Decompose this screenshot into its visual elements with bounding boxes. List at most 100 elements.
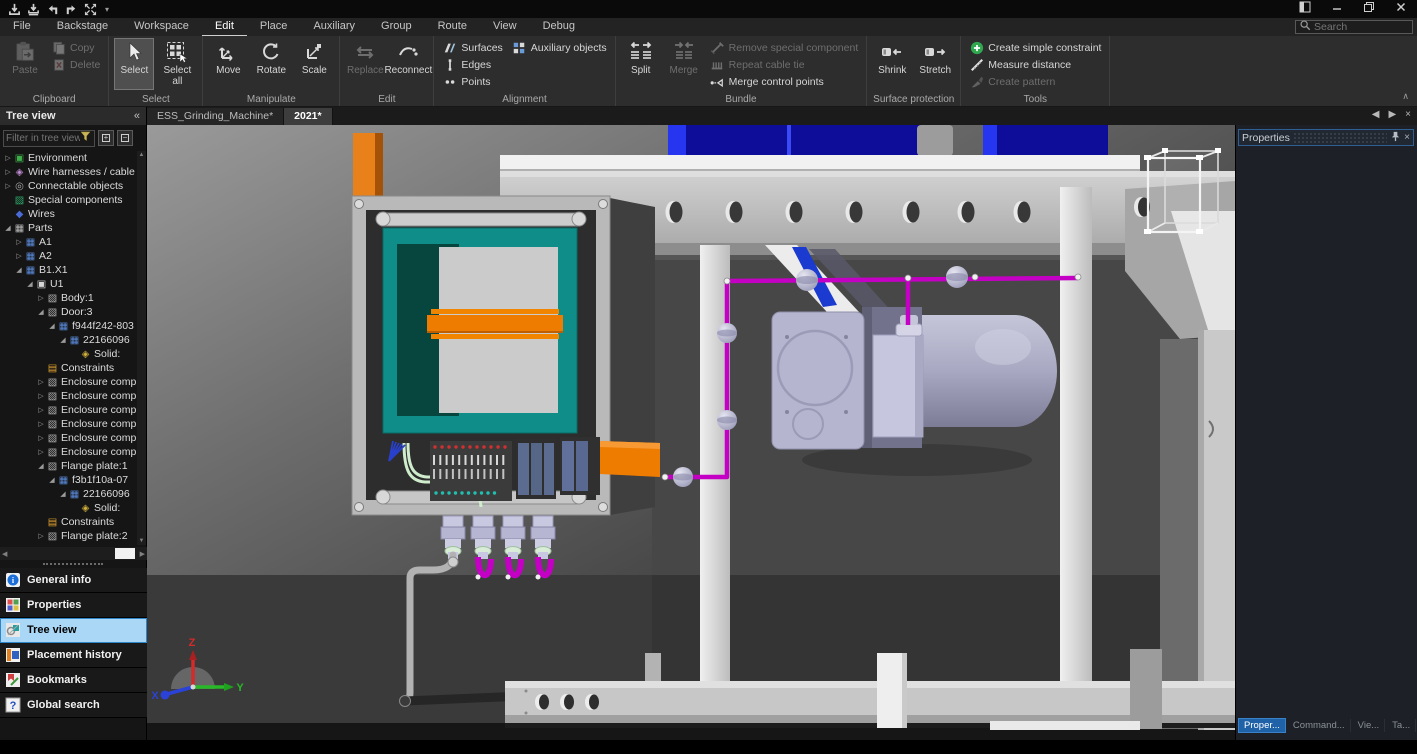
tree-item-flange-plate-2[interactable]: ▷▧Flange plate:2: [0, 529, 138, 543]
tree-expander-icon[interactable]: ◢: [47, 476, 57, 484]
tree-expander-icon[interactable]: ▷: [14, 238, 24, 246]
tree-item-b1-x1[interactable]: ◢▦B1.X1: [0, 263, 138, 277]
fit-view-icon[interactable]: [84, 3, 97, 16]
search-input[interactable]: [1314, 21, 1404, 33]
document-tab-ess-grinding-machine[interactable]: ESS_Grinding_Machine*: [147, 108, 284, 125]
copy-button[interactable]: Copy: [48, 40, 103, 56]
tree-expander-icon[interactable]: ▷: [36, 294, 46, 302]
merge-button[interactable]: Merge: [664, 38, 704, 90]
tree-item-u1[interactable]: ◢▣U1: [0, 277, 138, 291]
scale-button[interactable]: Scale: [294, 38, 334, 90]
tree-expander-icon[interactable]: ◢: [58, 490, 68, 498]
tree-expander-icon[interactable]: ◢: [3, 224, 13, 232]
delete-button[interactable]: Delete: [48, 57, 103, 73]
tree-item-constraints[interactable]: ▤Constraints: [0, 361, 138, 375]
tree-expander-icon[interactable]: ▷: [36, 434, 46, 442]
maximize-button[interactable]: [1353, 0, 1385, 18]
create-pattern-button[interactable]: Create pattern: [966, 74, 1104, 90]
tree-item-parts[interactable]: ◢▦Parts: [0, 221, 138, 235]
tree-item-a1[interactable]: ▷▦A1: [0, 235, 138, 249]
tree-item-enclosure-comp[interactable]: ▷▧Enclosure comp: [0, 417, 138, 431]
tree-item-22166096[interactable]: ◢▦22166096: [0, 487, 138, 501]
menu-tab-auxiliary[interactable]: Auxiliary: [300, 18, 368, 36]
points-button[interactable]: Points: [439, 74, 505, 90]
prev-tab-icon[interactable]: ◀: [1372, 109, 1380, 120]
next-tab-icon[interactable]: ▶: [1388, 109, 1396, 120]
menu-tab-backstage[interactable]: Backstage: [44, 18, 121, 36]
tree-expander-icon[interactable]: ◢: [14, 266, 24, 274]
select-all-button[interactable]: Select all: [157, 38, 197, 90]
tree-expander-icon[interactable]: ◢: [36, 462, 46, 470]
tree-item-door-3[interactable]: ◢▧Door:3: [0, 305, 138, 319]
tree-expander-icon[interactable]: ◢: [47, 322, 57, 330]
create-simple-constraint-button[interactable]: Create simple constraint: [966, 40, 1104, 56]
tree-item-body-1[interactable]: ▷▧Body:1: [0, 291, 138, 305]
rotate-button[interactable]: Rotate: [251, 38, 291, 90]
tree-item-solid[interactable]: ◈Solid:: [0, 501, 138, 515]
tree-item-f3b1f10a-07[interactable]: ◢▦f3b1f10a-07: [0, 473, 138, 487]
repeat-cable-tie-button[interactable]: Repeat cable tie: [707, 57, 862, 73]
tree-expander-icon[interactable]: ▷: [3, 168, 13, 176]
undo-icon[interactable]: [46, 3, 59, 16]
tree-item-environment[interactable]: ▷▣Environment: [0, 151, 138, 165]
properties-panel-header[interactable]: Properties ×: [1238, 129, 1414, 146]
dock-tab-vie[interactable]: Vie...: [1353, 719, 1385, 732]
tree-expander-icon[interactable]: ▷: [36, 532, 46, 540]
menu-tab-view[interactable]: View: [480, 18, 530, 36]
menu-tab-group[interactable]: Group: [368, 18, 425, 36]
scrollbar-thumb[interactable]: [115, 548, 135, 559]
edges-button[interactable]: Edges: [439, 57, 505, 73]
menu-tab-edit[interactable]: Edit: [202, 18, 247, 36]
tree-expander-icon[interactable]: ▷: [3, 154, 13, 162]
redo-icon[interactable]: [65, 3, 78, 16]
tree-item-enclosure-comp[interactable]: ▷▧Enclosure comp: [0, 445, 138, 459]
panel-button-bookmarks[interactable]: Bookmarks: [0, 668, 147, 693]
menu-tab-route[interactable]: Route: [425, 18, 480, 36]
tree-item-enclosure-comp[interactable]: ▷▧Enclosure comp: [0, 431, 138, 445]
tree-filter-field[interactable]: [3, 130, 95, 147]
stretch-button[interactable]: Stretch: [915, 38, 955, 90]
collapse-all-button[interactable]: −: [117, 130, 133, 146]
tree-item-wire-harnesses-cable-uni[interactable]: ▷◈Wire harnesses / cable uni: [0, 165, 138, 179]
panel-button-tree-view[interactable]: Tree view: [0, 618, 147, 643]
search-box[interactable]: [1295, 20, 1413, 34]
panel-button-placement-history[interactable]: Placement history: [0, 643, 147, 668]
panel-button-general-info[interactable]: iGeneral info: [0, 568, 147, 593]
save-all-icon[interactable]: [27, 3, 40, 16]
close-panel-icon[interactable]: ×: [1404, 132, 1410, 143]
tree-expander-icon[interactable]: ▷: [3, 182, 13, 190]
panel-collapse-icon[interactable]: «: [134, 110, 140, 122]
tree-item-wires[interactable]: ◆Wires: [0, 207, 138, 221]
split-button[interactable]: Split: [621, 38, 661, 90]
tree-filter-input[interactable]: [6, 133, 80, 144]
tree-item-special-components[interactable]: ▨Special components: [0, 193, 138, 207]
tree-item-enclosure-comp[interactable]: ▷▧Enclosure comp: [0, 389, 138, 403]
panel-button-properties[interactable]: Properties: [0, 593, 147, 618]
dock-tab-proper[interactable]: Proper...: [1238, 718, 1286, 733]
pin-icon[interactable]: [1390, 129, 1401, 147]
tree-expander-icon[interactable]: ▷: [36, 392, 46, 400]
panel-button-global-search[interactable]: ?Global search: [0, 693, 147, 718]
layout-button[interactable]: [1289, 0, 1321, 18]
tree-item-22166096[interactable]: ◢▦22166096: [0, 333, 138, 347]
tree-item-a2[interactable]: ▷▦A2: [0, 249, 138, 263]
tree-expander-icon[interactable]: ▷: [36, 448, 46, 456]
dock-tab-ta[interactable]: Ta...: [1387, 719, 1416, 732]
tree-item-solid[interactable]: ◈Solid:: [0, 347, 138, 361]
tree-expander-icon[interactable]: ◢: [58, 336, 68, 344]
merge-control-points-button[interactable]: Merge control points: [707, 74, 862, 90]
collapse-ribbon-icon[interactable]: ∧: [1402, 91, 1409, 102]
paste-button[interactable]: Paste: [5, 38, 45, 90]
select-button[interactable]: Select: [114, 38, 154, 90]
tree-expander-icon[interactable]: ▷: [14, 252, 24, 260]
tree-item-flange-plate-1[interactable]: ◢▧Flange plate:1: [0, 459, 138, 473]
tree-expander-icon[interactable]: ◢: [25, 280, 35, 288]
tree-item-enclosure-comp[interactable]: ▷▧Enclosure comp: [0, 375, 138, 389]
tree-vertical-scrollbar[interactable]: ▲▼: [137, 151, 146, 545]
tree-expander-icon[interactable]: ▷: [36, 420, 46, 428]
auxiliary-objects-button[interactable]: Auxiliary objects: [509, 40, 610, 56]
menu-tab-debug[interactable]: Debug: [530, 18, 588, 36]
menu-tab-workspace[interactable]: Workspace: [121, 18, 202, 36]
3d-viewport[interactable]: Z Y X: [147, 125, 1235, 740]
tree-expander-icon[interactable]: ▷: [36, 406, 46, 414]
